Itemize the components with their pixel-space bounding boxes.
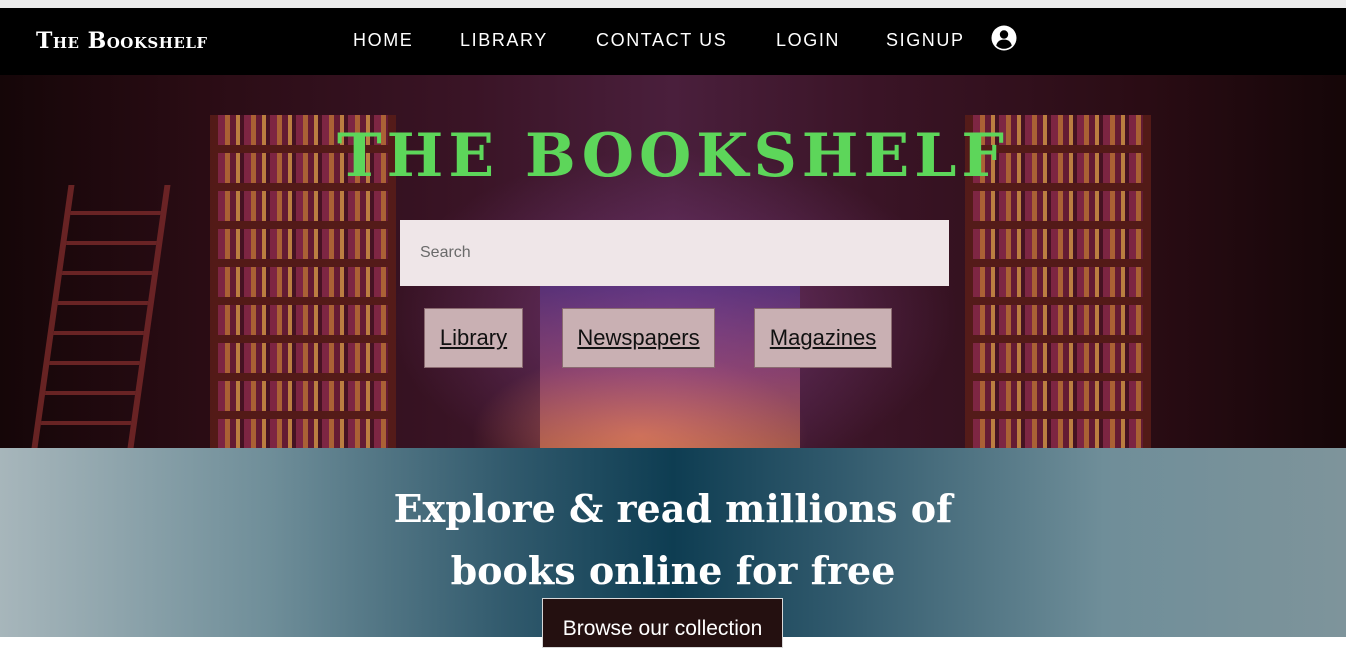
nav-home-link[interactable]: HOME	[353, 30, 413, 51]
cta-band: Explore & read millions of books online …	[0, 448, 1346, 648]
hero-title: THE BOOKSHELF	[336, 121, 1009, 191]
tagline: Explore & read millions of books online …	[0, 478, 1346, 602]
tagline-line-1: Explore & read millions of	[393, 486, 953, 531]
newspapers-button[interactable]: Newspapers	[562, 308, 715, 368]
nav-contact-link[interactable]: CONTACT US	[596, 30, 727, 51]
navbar: The Bookshelf HOME LIBRARY CONTACT US LO…	[0, 8, 1346, 75]
hero-ladder-illustration	[31, 185, 171, 448]
nav-login-link[interactable]: LOGIN	[776, 30, 840, 51]
nav-library-link[interactable]: LIBRARY	[460, 30, 548, 51]
nav-signup-link[interactable]: SIGNUP	[886, 30, 965, 51]
tagline-line-2: books online for free	[450, 548, 896, 593]
magazines-button[interactable]: Magazines	[754, 308, 892, 368]
user-circle-icon[interactable]	[991, 25, 1017, 51]
library-button[interactable]: Library	[424, 308, 523, 368]
search-input[interactable]	[400, 220, 949, 286]
browse-collection-button[interactable]: Browse our collection	[542, 598, 783, 648]
hero-section: THE BOOKSHELF Library Newspapers Magazin…	[0, 75, 1346, 448]
top-strip	[0, 0, 1346, 8]
brand-logo[interactable]: The Bookshelf	[36, 28, 208, 54]
